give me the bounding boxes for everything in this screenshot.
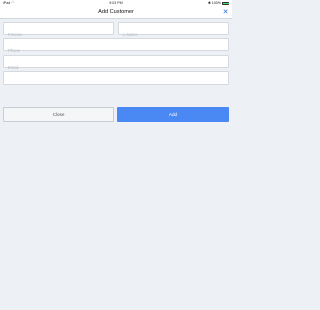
email-field[interactable] (3, 55, 229, 73)
page-title: Add Customer (98, 9, 134, 15)
add-button[interactable]: Add (117, 107, 229, 122)
close-icon[interactable]: ✕ (222, 9, 229, 16)
extra-input[interactable] (4, 77, 228, 90)
first-name-field[interactable] (3, 22, 114, 40)
navigation-bar: Add Customer ✕ (0, 6, 232, 19)
close-button[interactable]: Close (3, 107, 114, 122)
extra-field[interactable] (3, 71, 229, 90)
last-name-field[interactable] (118, 22, 229, 40)
phone-field[interactable] (3, 38, 229, 56)
battery-icon (222, 1, 229, 5)
